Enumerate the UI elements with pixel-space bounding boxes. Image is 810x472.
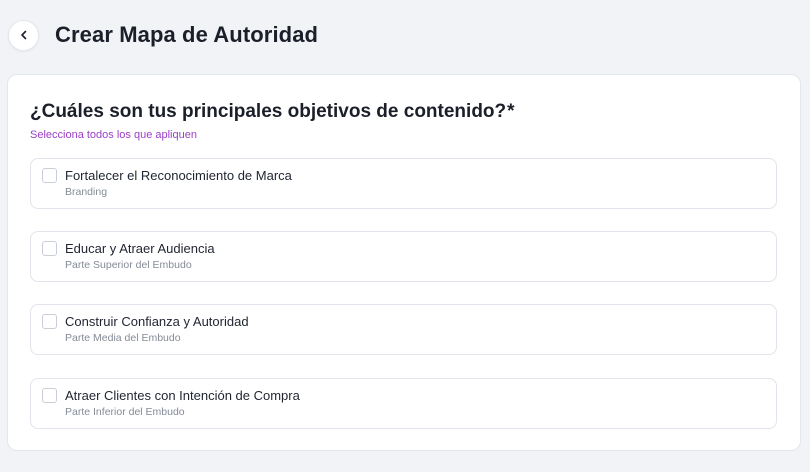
page-header: Crear Mapa de Autoridad xyxy=(8,19,318,51)
question-heading: ¿Cuáles son tus principales objetivos de… xyxy=(30,101,515,123)
checkbox[interactable] xyxy=(42,241,57,256)
option-subtitle: Parte Superior del Embudo xyxy=(65,259,192,271)
option-subtitle: Branding xyxy=(65,186,108,198)
question-card: ¿Cuáles son tus principales objetivos de… xyxy=(7,74,801,451)
back-button[interactable] xyxy=(8,19,39,51)
page-title: Crear Mapa de Autoridad xyxy=(55,22,319,47)
option-title: Educar y Atraer Audiencia xyxy=(65,241,215,256)
checkbox[interactable] xyxy=(42,168,57,183)
checkbox[interactable] xyxy=(42,314,57,329)
option-title: Fortalecer el Reconocimiento de Marca xyxy=(65,168,292,183)
option-subtitle: Parte Media del Embudo xyxy=(65,332,181,344)
checkbox[interactable] xyxy=(42,388,57,403)
option-branding[interactable]: Fortalecer el Reconocimiento de Marca Br… xyxy=(30,158,777,209)
option-middle-funnel[interactable]: Construir Confianza y Autoridad Parte Me… xyxy=(30,304,777,355)
question-text: ¿Cuáles son tus principales objetivos de… xyxy=(30,101,507,122)
chevron-left-icon xyxy=(20,30,26,40)
option-top-funnel[interactable]: Educar y Atraer Audiencia Parte Superior… xyxy=(30,231,777,282)
option-title: Atraer Clientes con Intención de Compra xyxy=(65,388,300,403)
option-subtitle: Parte Inferior del Embudo xyxy=(65,406,185,418)
option-bottom-funnel[interactable]: Atraer Clientes con Intención de Compra … xyxy=(30,378,777,429)
required-mark: * xyxy=(507,101,515,122)
option-title: Construir Confianza y Autoridad xyxy=(65,314,249,329)
question-hint: Selecciona todos los que apliquen xyxy=(30,129,197,141)
